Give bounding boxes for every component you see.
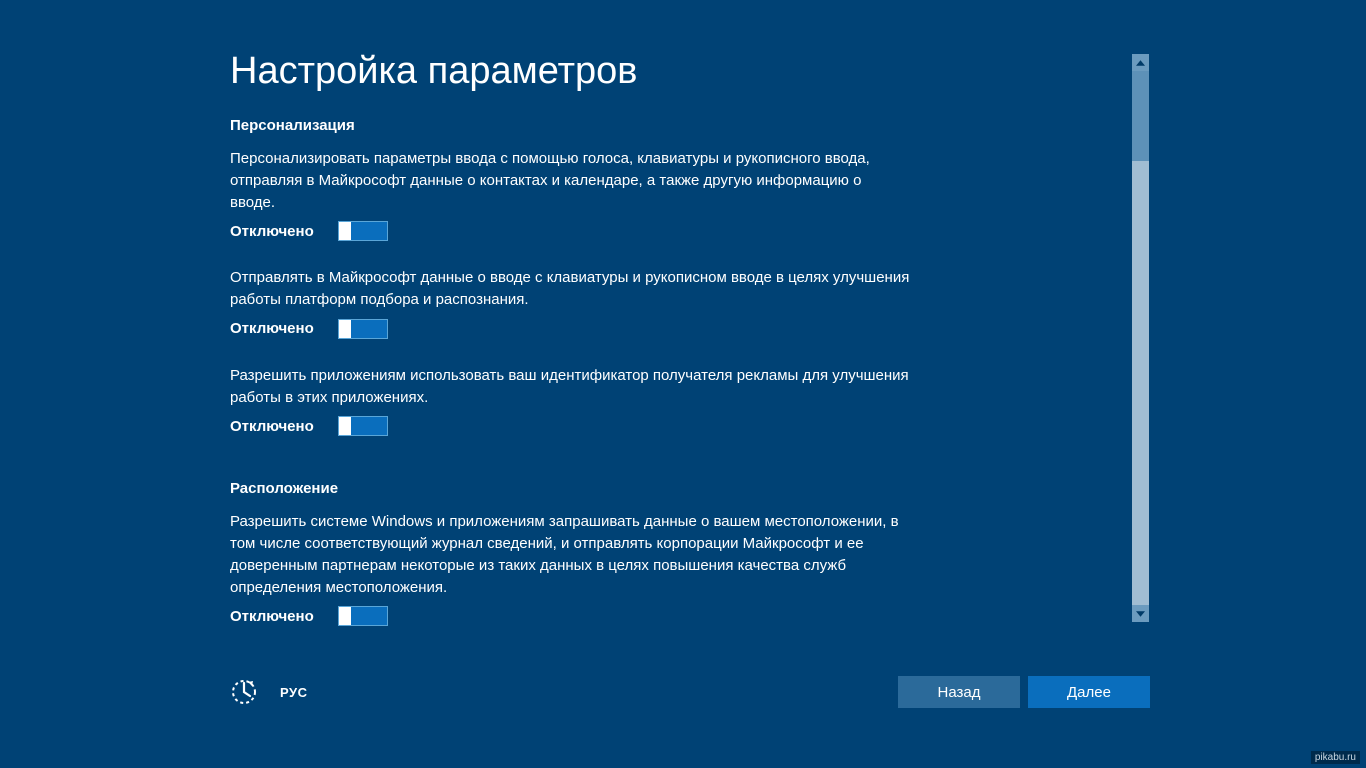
toggle-state-label: Отключено — [230, 223, 320, 240]
toggle-state-label: Отключено — [230, 418, 320, 435]
toggle-switch[interactable] — [338, 319, 388, 339]
setting-description: Персонализировать параметры ввода с помо… — [230, 148, 910, 213]
next-button[interactable]: Далее — [1028, 676, 1150, 708]
setting-description: Разрешить приложениям использовать ваш и… — [230, 365, 910, 409]
section-location: Расположение Разрешить системе Windows и… — [230, 480, 1130, 626]
toggle-state-label: Отключено — [230, 320, 320, 337]
back-button[interactable]: Назад — [898, 676, 1020, 708]
setting-description: Разрешить системе Windows и приложениям … — [230, 511, 910, 598]
toggle-state-label: Отключено — [230, 608, 320, 625]
toggle-row: Отключено — [230, 606, 910, 626]
setting-item: Персонализировать параметры ввода с помо… — [230, 148, 910, 241]
setting-item: Отправлять в Майкрософт данные о вводе с… — [230, 267, 910, 339]
watermark: pikabu.ru — [1311, 751, 1360, 764]
setting-item: Разрешить системе Windows и приложениям … — [230, 511, 910, 626]
scroll-up-button[interactable] — [1132, 54, 1149, 71]
scroll-track[interactable] — [1132, 71, 1149, 605]
bottom-bar: РУС Назад Далее — [230, 676, 1150, 708]
toggle-row: Отключено — [230, 221, 910, 241]
toggle-row: Отключено — [230, 319, 910, 339]
section-heading: Персонализация — [230, 117, 1130, 134]
scrollbar[interactable] — [1132, 54, 1149, 622]
toggle-switch[interactable] — [338, 416, 388, 436]
section-personalization: Персонализация Персонализировать парамет… — [230, 117, 1130, 436]
setting-description: Отправлять в Майкрософт данные о вводе с… — [230, 267, 910, 311]
bottom-left: РУС — [230, 678, 307, 706]
toggle-switch[interactable] — [338, 606, 388, 626]
toggle-switch[interactable] — [338, 221, 388, 241]
chevron-down-icon — [1136, 611, 1145, 617]
ease-of-access-icon[interactable] — [230, 678, 258, 706]
chevron-up-icon — [1136, 60, 1145, 66]
page-title: Настройка параметров — [230, 50, 1130, 93]
language-indicator[interactable]: РУС — [280, 685, 307, 700]
scroll-thumb[interactable] — [1132, 71, 1149, 161]
bottom-right: Назад Далее — [898, 676, 1150, 708]
setting-item: Разрешить приложениям использовать ваш и… — [230, 365, 910, 437]
scroll-down-button[interactable] — [1132, 605, 1149, 622]
section-heading: Расположение — [230, 480, 1130, 497]
toggle-row: Отключено — [230, 416, 910, 436]
